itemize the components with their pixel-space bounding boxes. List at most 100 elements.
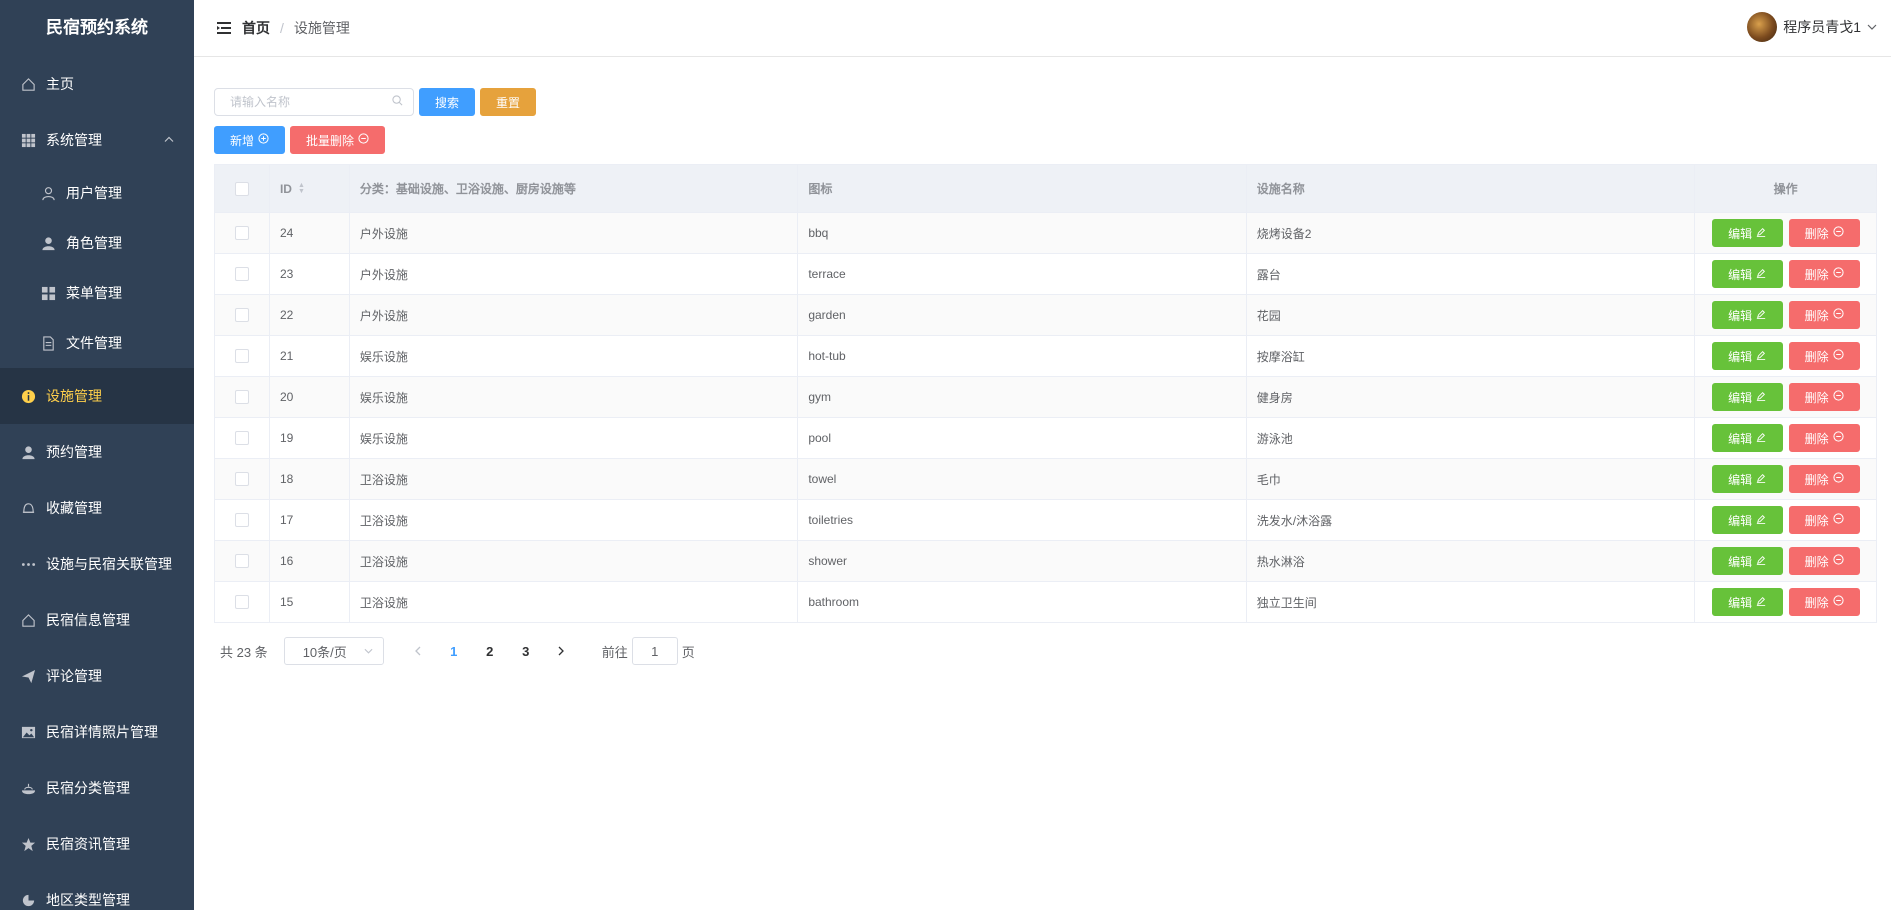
row-checkbox[interactable] [234, 595, 249, 609]
app-title: 民宿预约系统 [46, 18, 148, 37]
sidebar: 民宿预约系统 主页 系统管理 用户管理 角色管理 菜单管理 文件管理 设施管理 预约管理 收藏管… [0, 0, 194, 910]
search-field[interactable] [214, 88, 414, 116]
edit-button[interactable]: 编辑 [1711, 342, 1783, 370]
select-all-checkbox[interactable] [234, 181, 249, 196]
breadcrumb-home[interactable]: 首页 [242, 18, 270, 38]
cell-name: 游泳池 [1247, 418, 1696, 458]
delete-label: 删除 [1804, 349, 1829, 364]
sidebar-item-6[interactable]: 设施管理 [0, 368, 194, 424]
row-checkbox[interactable] [234, 554, 249, 568]
cell-name: 热水淋浴 [1247, 541, 1696, 581]
row-checkbox[interactable] [234, 513, 249, 527]
reset-button[interactable]: 重置 [480, 88, 536, 116]
row-check-cell [215, 377, 270, 417]
delete-button[interactable]: 删除 [1788, 588, 1860, 616]
edit-button[interactable]: 编辑 [1711, 301, 1783, 329]
avatar[interactable] [1747, 12, 1778, 42]
prev-page-button[interactable] [400, 644, 436, 659]
hamburger-icon[interactable] [214, 18, 234, 38]
table-row: 22 户外设施 garden 花园 编辑 删除 [215, 295, 1876, 336]
sidebar-item-13[interactable]: 民宿分类管理 [0, 760, 194, 816]
cell-operation: 编辑 删除 [1695, 541, 1876, 581]
sidebar-item-11[interactable]: 评论管理 [0, 648, 194, 704]
delete-button[interactable]: 删除 [1788, 383, 1860, 411]
sidebar-item-5[interactable]: 文件管理 [0, 318, 194, 368]
row-checkbox[interactable] [234, 267, 249, 281]
header-id[interactable]: ID ▲ ▼ [270, 165, 350, 212]
delete-button[interactable]: 删除 [1788, 219, 1860, 247]
sidebar-item-0[interactable]: 主页 [0, 56, 194, 112]
goto-page-input[interactable] [631, 637, 678, 665]
search-input[interactable] [230, 95, 392, 109]
add-button[interactable]: 新增 [214, 126, 286, 154]
next-page-button[interactable] [544, 644, 580, 659]
cell-icon: shower [798, 541, 1247, 581]
row-checkbox[interactable] [234, 472, 249, 486]
sidebar-item-3[interactable]: 角色管理 [0, 218, 194, 268]
edit-button[interactable]: 编辑 [1711, 506, 1783, 534]
search-button[interactable]: 搜索 [419, 88, 475, 116]
edit-button[interactable]: 编辑 [1711, 424, 1783, 452]
document-icon [40, 335, 56, 351]
cell-name: 按摩浴缸 [1247, 336, 1696, 376]
edit-button[interactable]: 编辑 [1711, 547, 1783, 575]
edit-button[interactable]: 编辑 [1711, 260, 1783, 288]
user-dropdown[interactable]: 程序员青戈1 [1747, 12, 1877, 42]
user-name[interactable]: 程序员青戈1 [1783, 17, 1861, 37]
delete-button[interactable]: 删除 [1788, 506, 1860, 534]
sidebar-item-2[interactable]: 用户管理 [0, 168, 194, 218]
delete-label: 删除 [1804, 431, 1829, 446]
delete-button[interactable]: 删除 [1788, 424, 1860, 452]
sidebar-item-4[interactable]: 菜单管理 [0, 268, 194, 318]
sidebar-item-15[interactable]: 地区类型管理 [0, 872, 194, 910]
row-checkbox[interactable] [234, 308, 249, 322]
sidebar-item-12[interactable]: 民宿详情照片管理 [0, 704, 194, 760]
delete-button[interactable]: 删除 [1788, 301, 1860, 329]
edit-label: 编辑 [1728, 595, 1753, 610]
page-3[interactable]: 3 [508, 644, 544, 659]
sidebar-item-label: 民宿详情照片管理 [46, 724, 158, 740]
chevron-down-icon[interactable] [1867, 21, 1877, 33]
row-check-cell [215, 459, 270, 499]
row-checkbox[interactable] [234, 226, 249, 240]
table-row: 23 户外设施 terrace 露台 编辑 删除 [215, 254, 1876, 295]
sidebar-item-7[interactable]: 预约管理 [0, 424, 194, 480]
goto-label: 前往 [601, 644, 628, 660]
batch-delete-button[interactable]: 批量删除 [290, 126, 386, 154]
cell-operation: 编辑 删除 [1695, 336, 1876, 376]
sidebar-item-9[interactable]: 设施与民宿关联管理 [0, 536, 194, 592]
cell-icon: towel [798, 459, 1247, 499]
circle-minus-icon [1833, 472, 1844, 486]
edit-button[interactable]: 编辑 [1711, 465, 1783, 493]
table-row: 20 娱乐设施 gym 健身房 编辑 删除 [215, 377, 1876, 418]
circle-minus-icon [1833, 390, 1844, 404]
top-header: 首页 / 设施管理 程序员青戈1 [194, 0, 1891, 57]
delete-label: 删除 [1804, 513, 1829, 528]
delete-button[interactable]: 删除 [1788, 547, 1860, 575]
delete-button[interactable]: 删除 [1788, 465, 1860, 493]
header-check-cell [215, 165, 270, 212]
page-2[interactable]: 2 [472, 644, 508, 659]
edit-button[interactable]: 编辑 [1711, 219, 1783, 247]
row-checkbox[interactable] [234, 390, 249, 404]
table-body: 24 户外设施 bbq 烧烤设备2 编辑 删除 23 户外设施 terrace 露台 编辑 删除 22 户… [215, 213, 1876, 623]
edit-button[interactable]: 编辑 [1711, 383, 1783, 411]
cell-operation: 编辑 删除 [1695, 459, 1876, 499]
sidebar-item-14[interactable]: 民宿资讯管理 [0, 816, 194, 872]
circle-minus-icon [1833, 308, 1844, 322]
row-checkbox[interactable] [234, 349, 249, 363]
sidebar-item-label: 民宿分类管理 [46, 780, 130, 796]
sort-icon[interactable]: ▲ ▼ [298, 182, 305, 195]
page-1[interactable]: 1 [436, 644, 472, 659]
sidebar-item-8[interactable]: 收藏管理 [0, 480, 194, 536]
sidebar-item-10[interactable]: 民宿信息管理 [0, 592, 194, 648]
sidebar-item-label: 评论管理 [46, 668, 102, 684]
sidebar-item-1[interactable]: 系统管理 [0, 112, 194, 168]
circle-minus-icon [1833, 349, 1844, 363]
page-size-select[interactable]: 10条/页 [283, 637, 384, 665]
row-checkbox[interactable] [234, 431, 249, 445]
delete-button[interactable]: 删除 [1788, 342, 1860, 370]
delete-button[interactable]: 删除 [1788, 260, 1860, 288]
edit-button[interactable]: 编辑 [1711, 588, 1783, 616]
search-icon [392, 95, 403, 109]
